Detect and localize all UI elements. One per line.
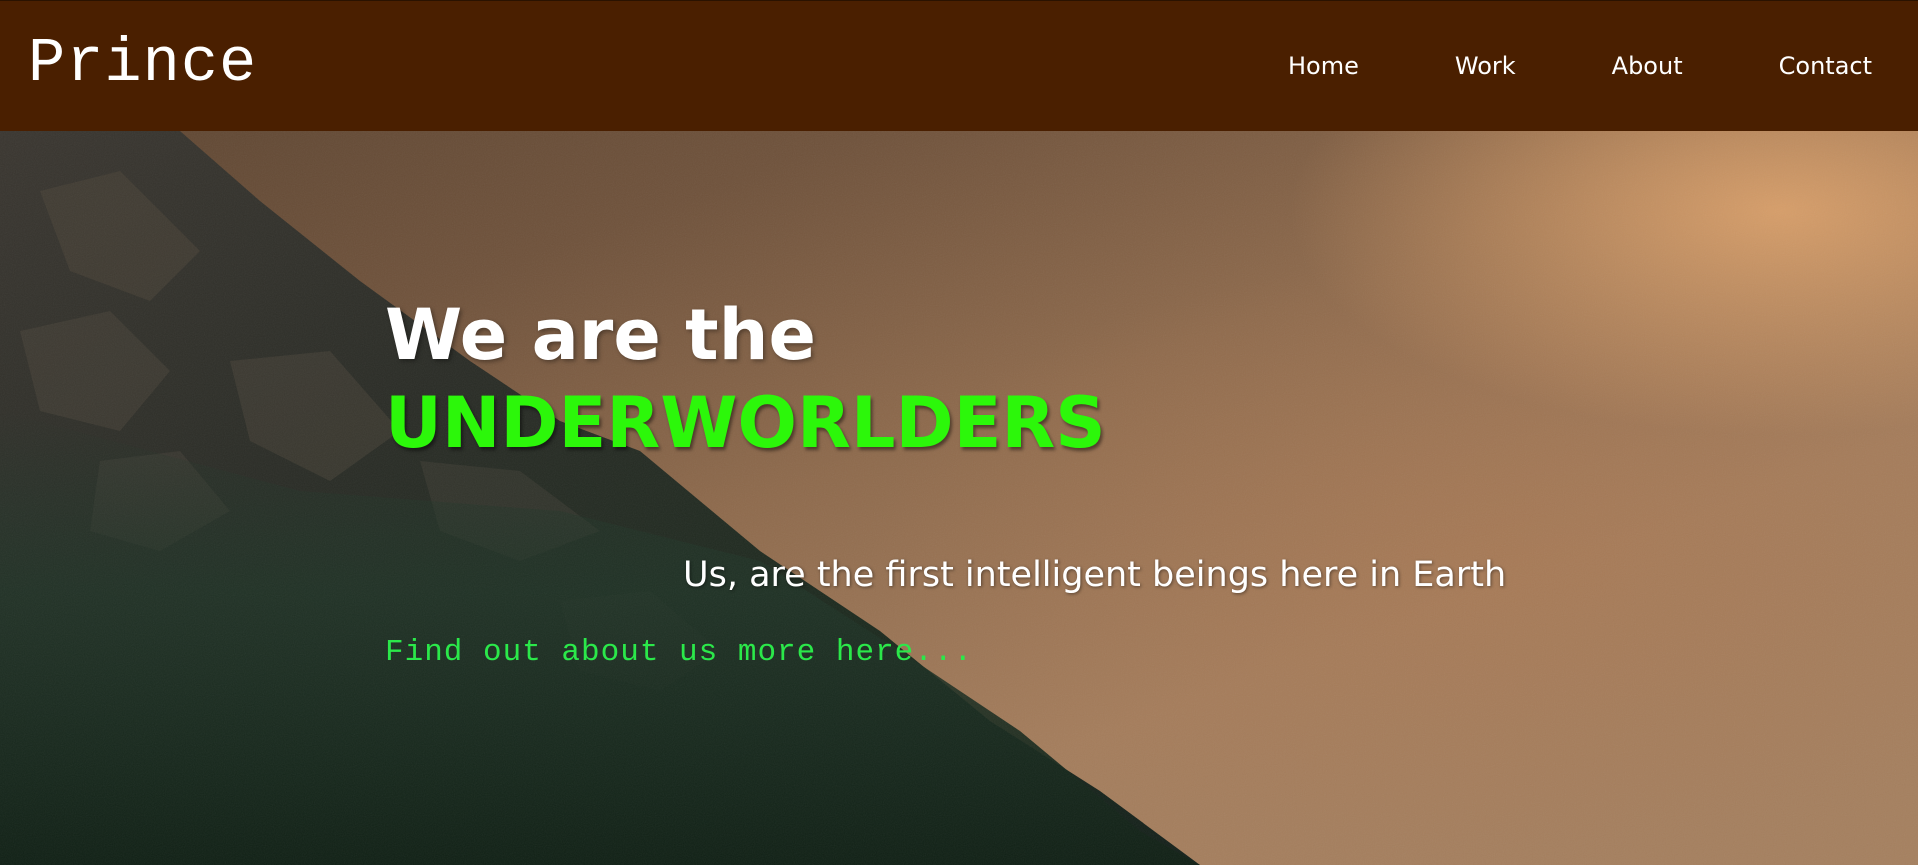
- nav-about[interactable]: About: [1612, 52, 1683, 80]
- nav-work[interactable]: Work: [1455, 52, 1516, 80]
- brand-logo[interactable]: Prince: [28, 33, 257, 95]
- hero-title-line1: We are the: [385, 294, 816, 376]
- page: Prince Home Work About Contact We are th…: [0, 0, 1918, 865]
- nav-contact[interactable]: Contact: [1779, 52, 1872, 80]
- hero-title: We are the UNDERWORLDERS: [385, 291, 1106, 467]
- hero-section: We are the UNDERWORLDERS Us, are the fir…: [0, 131, 1918, 865]
- find-out-more-link[interactable]: Find out about us more here...: [385, 635, 973, 670]
- nav-links: Home Work About Contact: [1288, 52, 1872, 80]
- navbar: Prince Home Work About Contact: [0, 0, 1918, 131]
- nav-home[interactable]: Home: [1288, 52, 1359, 80]
- hero-title-highlight: UNDERWORLDERS: [385, 382, 1106, 464]
- hero-background-image: [0, 131, 1918, 865]
- hero-subtitle: Us, are the first intelligent beings her…: [683, 555, 1507, 595]
